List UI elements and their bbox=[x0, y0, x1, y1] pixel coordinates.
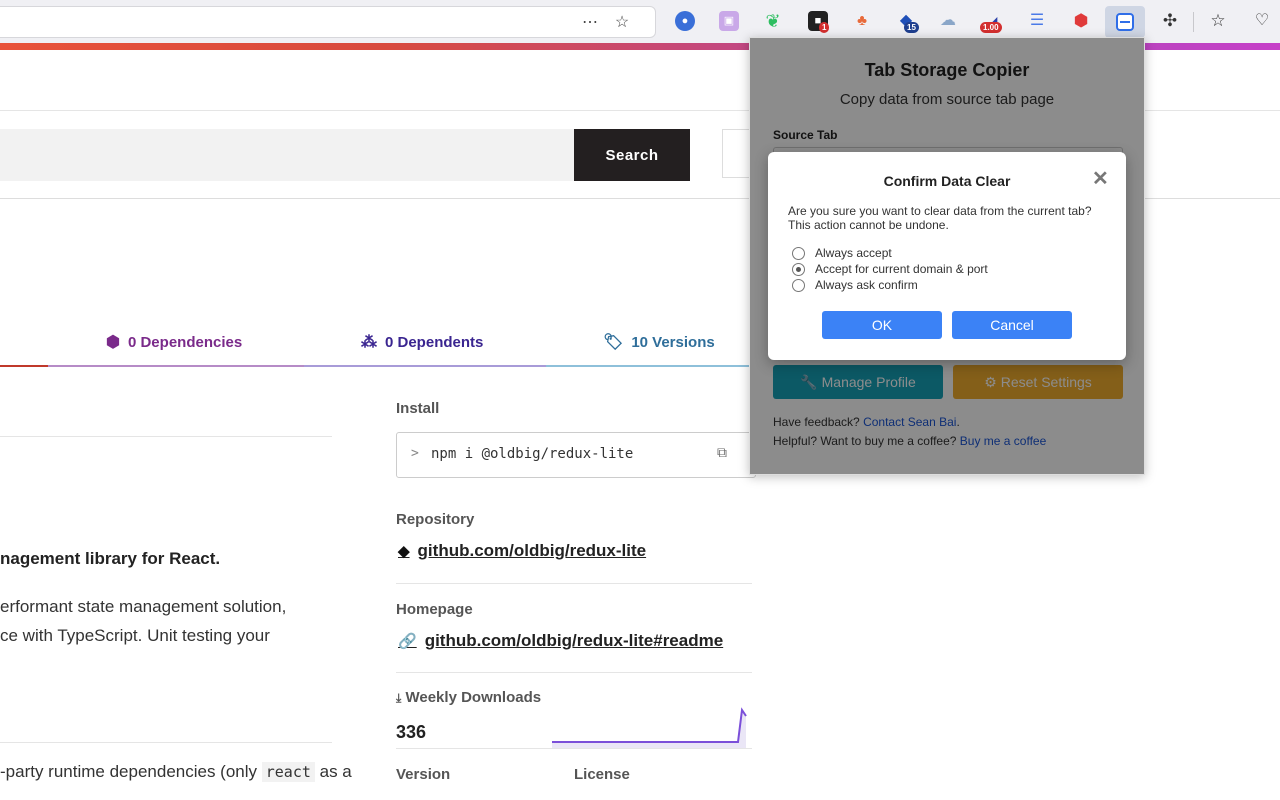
tab-dependents[interactable]: ⁂ 0 Dependents bbox=[361, 332, 483, 352]
readme-text-line1: erformant state management solution, bbox=[0, 597, 287, 616]
install-command: npm i @oldbig/redux-lite bbox=[431, 446, 634, 462]
readme-text-line2: ce with TypeScript. Unit testing your bbox=[0, 626, 270, 645]
weekly-downloads-label: ⤓ Weekly Downloads bbox=[396, 689, 541, 706]
ext-blue-shapes-icon[interactable]: ◆ 15 bbox=[896, 11, 919, 33]
tab-dependencies-label: 0 Dependencies bbox=[127, 333, 243, 351]
weekly-downloads-sparkline bbox=[552, 707, 747, 748]
toolbar-separator bbox=[1193, 12, 1194, 32]
radio-accept-domain-port[interactable] bbox=[792, 262, 805, 276]
dialog-message: Are you sure you want to clear data from… bbox=[788, 204, 1092, 232]
dialog-message-line1: Are you sure you want to clear data from… bbox=[788, 204, 1092, 218]
more-options-icon[interactable]: ⋯ bbox=[581, 14, 599, 32]
meta-divider-2 bbox=[396, 672, 752, 673]
ext-black-app-icon[interactable]: ■ 1 bbox=[808, 11, 830, 33]
deps-text-pre: -party runtime dependencies (only bbox=[0, 762, 262, 781]
option-label: Always ask confirm bbox=[815, 278, 918, 292]
search-input[interactable] bbox=[0, 129, 574, 181]
ext-image-icon[interactable]: ▣ bbox=[719, 11, 739, 31]
tab-versions[interactable]: 🏷 10 Versions bbox=[603, 332, 715, 352]
ext-badge: 1 bbox=[819, 22, 830, 33]
cancel-button[interactable]: Cancel bbox=[952, 311, 1072, 339]
tags-icon: 🏷 bbox=[603, 334, 624, 351]
tab-storage-copier-extension-button[interactable] bbox=[1105, 6, 1145, 38]
install-command-box[interactable]: > npm i @oldbig/redux-lite ⧉ bbox=[396, 432, 756, 478]
dialog-title: Confirm Data Clear bbox=[883, 173, 1011, 189]
ext-dice-icon[interactable]: ⬢ bbox=[1071, 11, 1091, 31]
option-always-accept[interactable]: Always accept bbox=[792, 246, 892, 260]
search-button[interactable]: Search bbox=[574, 129, 690, 181]
close-icon[interactable]: ✕ bbox=[1092, 169, 1109, 189]
tab-underline-readme bbox=[0, 365, 48, 367]
bookmark-star-icon[interactable]: ☆ bbox=[613, 14, 631, 32]
readme-heading: nagement library for React. bbox=[0, 549, 221, 568]
option-label: Always accept bbox=[815, 246, 892, 260]
option-accept-domain-port[interactable]: Accept for current domain & port bbox=[792, 262, 988, 276]
readme-divider-2 bbox=[0, 742, 332, 743]
homepage-link[interactable]: 🔗 github.com/oldbig/redux-lite#readme bbox=[398, 631, 723, 651]
meta-divider-3 bbox=[396, 748, 752, 749]
repository-label: Repository bbox=[396, 511, 475, 528]
repository-link[interactable]: ◆ github.com/oldbig/redux-lite bbox=[398, 541, 646, 561]
homepage-link-text: github.com/oldbig/redux-lite#readme bbox=[424, 631, 724, 650]
version-label: Version bbox=[396, 766, 451, 783]
copy-icon[interactable]: ⧉ bbox=[717, 445, 727, 461]
dialog-message-line2: This action cannot be undone. bbox=[788, 218, 949, 232]
evernote-icon[interactable]: ❦ bbox=[763, 11, 783, 31]
confirm-data-clear-dialog: Confirm Data Clear ✕ Are you sure you wa… bbox=[768, 152, 1126, 360]
meta-divider-1 bbox=[396, 583, 752, 584]
ext-blue-circle-icon[interactable]: ● bbox=[675, 11, 695, 31]
ext-badge: 1.00 bbox=[980, 22, 1002, 33]
ext-speed-icon[interactable]: ◢ 1.00 bbox=[980, 11, 1002, 33]
tab-versions-label: 10 Versions bbox=[631, 333, 715, 351]
bookmarks-list-icon[interactable]: ☆ bbox=[1208, 11, 1228, 31]
prompt-chevron-icon: > bbox=[411, 446, 419, 461]
readme-divider bbox=[0, 436, 332, 437]
ok-button[interactable]: OK bbox=[822, 311, 942, 339]
deps-text-post: as a bbox=[314, 762, 352, 781]
tab-dependents-label: 0 Dependents bbox=[385, 333, 484, 351]
git-icon: ◆ bbox=[398, 543, 410, 560]
option-always-ask[interactable]: Always ask confirm bbox=[792, 278, 918, 292]
weekly-downloads-label-text: Weekly Downloads bbox=[405, 689, 542, 706]
repository-link-text: github.com/oldbig/redux-lite bbox=[417, 541, 647, 560]
homepage-label: Homepage bbox=[396, 601, 473, 618]
weekly-downloads-count: 336 bbox=[396, 722, 427, 742]
inline-code-react: react bbox=[261, 762, 315, 782]
link-icon: 🔗 bbox=[398, 633, 417, 650]
tab-storage-copier-icon bbox=[1116, 13, 1134, 31]
radio-always-accept[interactable] bbox=[792, 246, 805, 260]
ext-badge: 15 bbox=[904, 22, 919, 33]
packages-icon: ⁂ bbox=[361, 334, 377, 351]
tab-dependencies[interactable]: ⬢ 0 Dependencies bbox=[106, 332, 242, 352]
tab-underline-versions bbox=[546, 365, 756, 367]
ext-tree-icon[interactable]: ♣ bbox=[852, 11, 872, 31]
radio-always-ask[interactable] bbox=[792, 278, 805, 292]
address-bar[interactable]: ⋯ ☆ bbox=[0, 6, 656, 38]
tab-underline-dependents bbox=[304, 365, 546, 367]
ext-cloud-icon[interactable]: ☁ bbox=[938, 11, 958, 31]
readme-deps-text: -party runtime dependencies (only react … bbox=[0, 757, 352, 787]
extensions-puzzle-icon[interactable]: ✣ bbox=[1160, 11, 1180, 31]
license-label: License bbox=[574, 766, 630, 783]
download-icon: ⤓ bbox=[396, 691, 402, 705]
tab-underline-dependencies bbox=[48, 365, 304, 367]
install-label: Install bbox=[396, 400, 440, 417]
health-heart-icon[interactable]: ♡ bbox=[1252, 11, 1272, 31]
option-label: Accept for current domain & port bbox=[815, 262, 988, 276]
ext-lines-icon[interactable]: ☰ bbox=[1027, 11, 1047, 31]
package-icon: ⬢ bbox=[106, 334, 120, 351]
